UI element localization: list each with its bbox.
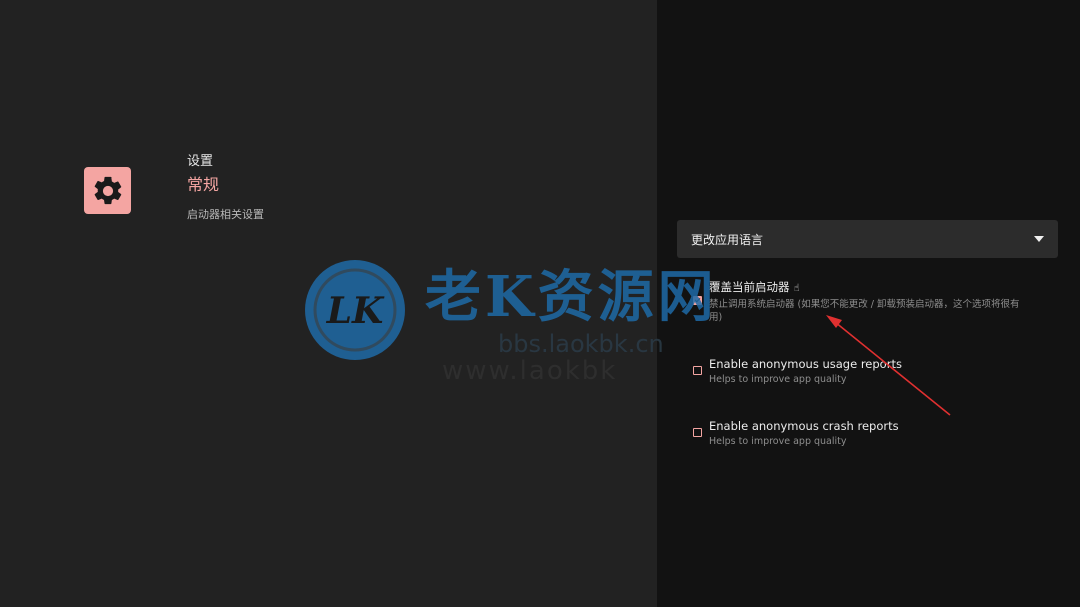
option-usage-reports[interactable]: Enable anonymous usage reports Helps to … — [693, 356, 1048, 386]
usage-reports-checkbox[interactable] — [693, 366, 702, 375]
language-select[interactable]: 更改应用语言 — [677, 220, 1058, 258]
crash-reports-checkbox[interactable] — [693, 428, 702, 437]
option-text: Enable anonymous usage reports Helps to … — [709, 356, 902, 386]
left-pane: 设置 常规 启动器相关设置 — [0, 0, 657, 607]
settings-icon-tile — [84, 167, 131, 214]
option-desc: Helps to improve app quality — [709, 436, 847, 447]
language-select-label: 更改应用语言 — [691, 232, 764, 247]
option-text: Enable anonymous crash reports Helps to … — [709, 418, 899, 448]
screen: 设置 常规 启动器相关设置 更改应用语言 覆盖当前启动器 ☝ 禁止调用系统启动器 … — [0, 0, 1080, 607]
page-subtitle: 启动器相关设置 — [187, 208, 264, 221]
page-title: 常规 — [187, 175, 220, 194]
header-block: 设置 常规 启动器相关设置 — [187, 153, 264, 223]
breadcrumb: 设置 — [187, 154, 214, 169]
option-title: Enable anonymous crash reports — [709, 419, 899, 433]
option-text: 覆盖当前启动器 ☝ 禁止调用系统启动器 (如果您不能更改 / 卸载预装启动器，这个… — [709, 279, 1019, 324]
gear-icon — [94, 176, 121, 204]
option-override-launcher[interactable]: 覆盖当前启动器 ☝ 禁止调用系统启动器 (如果您不能更改 / 卸载预装启动器，这个… — [693, 279, 1048, 324]
override-launcher-checkbox[interactable] — [693, 296, 702, 305]
chevron-down-icon — [1034, 236, 1044, 242]
cursor-icon: ☝ — [793, 283, 800, 294]
option-title: 覆盖当前启动器 ☝ — [709, 280, 800, 294]
option-desc: Helps to improve app quality — [709, 374, 847, 385]
option-title: Enable anonymous usage reports — [709, 357, 902, 371]
option-crash-reports[interactable]: Enable anonymous crash reports Helps to … — [693, 418, 1048, 448]
option-desc: 禁止调用系统启动器 (如果您不能更改 / 卸载预装启动器，这个选项将很有 用) — [709, 299, 1020, 323]
